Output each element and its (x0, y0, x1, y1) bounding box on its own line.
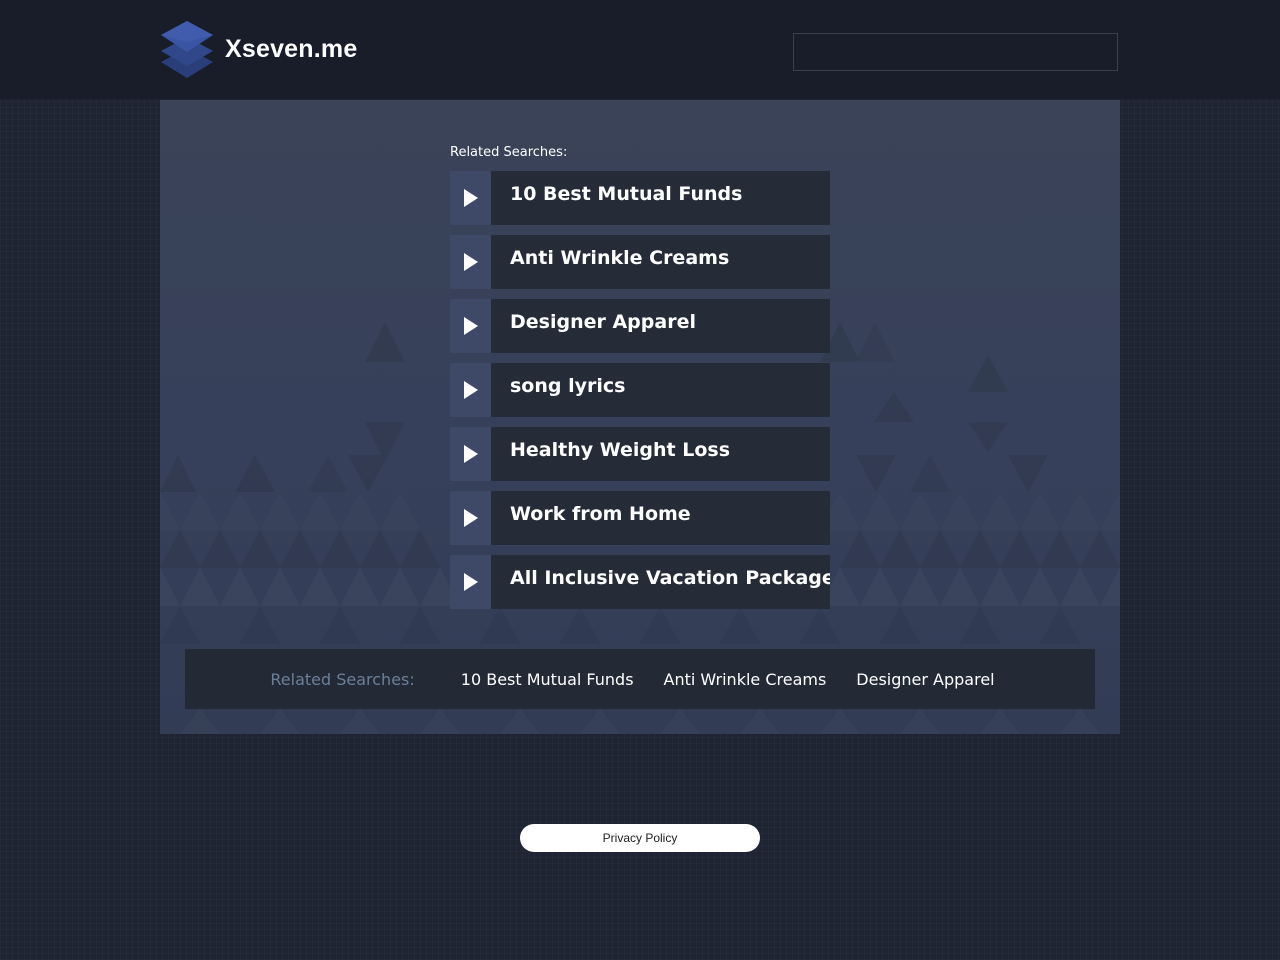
related-search-item[interactable]: 10 Best Mutual Funds (450, 171, 830, 225)
related-search-label: Anti Wrinkle Creams (510, 247, 730, 269)
site-header: Xseven.me (0, 0, 1280, 99)
bottom-related-bar: Related Searches: 10 Best Mutual Funds A… (185, 649, 1095, 709)
play-arrow-icon (463, 509, 478, 527)
related-searches-list: 10 Best Mutual Funds Anti Wrinkle Creams… (450, 171, 830, 619)
play-arrow-icon (463, 381, 478, 399)
related-search-label: 10 Best Mutual Funds (510, 183, 743, 205)
related-search-item[interactable]: Designer Apparel (450, 299, 830, 353)
related-search-item[interactable]: song lyrics (450, 363, 830, 417)
related-search-label: Designer Apparel (510, 311, 696, 333)
related-search-item[interactable]: Healthy Weight Loss (450, 427, 830, 481)
related-searches-heading: Related Searches: (450, 145, 568, 160)
related-search-item[interactable]: Work from Home (450, 491, 830, 545)
play-arrow-icon (463, 573, 478, 591)
main-panel: Related Searches: 10 Best Mutual Funds A… (160, 100, 1120, 734)
stacked-layers-icon (161, 21, 213, 78)
play-arrow-icon (463, 445, 478, 463)
related-search-label: Work from Home (510, 503, 691, 525)
related-search-label: All Inclusive Vacation Packages (510, 567, 830, 589)
play-arrow-icon (463, 189, 478, 207)
related-search-item[interactable]: Anti Wrinkle Creams (450, 235, 830, 289)
play-arrow-icon (463, 317, 478, 335)
play-arrow-icon (463, 253, 478, 271)
bottom-related-label: Related Searches: (270, 669, 415, 689)
search-input[interactable] (793, 33, 1118, 71)
privacy-policy-button[interactable]: Privacy Policy (520, 824, 760, 852)
site-logo[interactable]: Xseven.me (160, 20, 357, 80)
bottom-related-link[interactable]: Designer Apparel (856, 670, 994, 689)
site-name: Xseven.me (225, 35, 358, 63)
bottom-related-link[interactable]: 10 Best Mutual Funds (461, 670, 634, 689)
related-search-label: song lyrics (510, 375, 626, 397)
related-search-label: Healthy Weight Loss (510, 439, 731, 461)
related-search-item[interactable]: All Inclusive Vacation Packages (450, 555, 830, 609)
bottom-related-link[interactable]: Anti Wrinkle Creams (664, 670, 827, 689)
